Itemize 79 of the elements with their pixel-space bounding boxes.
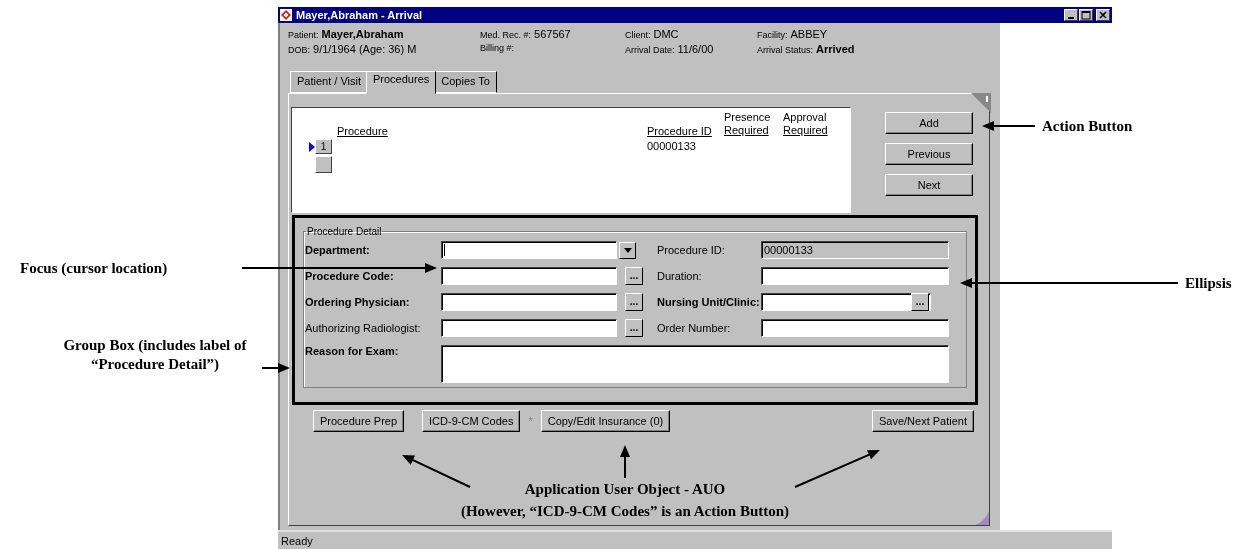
action-button[interactable]: Save/Next Patient: [871, 410, 974, 432]
column-header: Approval Required: [783, 111, 829, 137]
field-label: Patient:: [288, 30, 319, 40]
action-button[interactable]: Previous: [885, 143, 973, 165]
procedure-list[interactable]: Procedure Procedure ID Presence Required Approval Required 1 00000133: [291, 107, 851, 213]
page-curl-icon: [975, 511, 989, 525]
action-button[interactable]: Add: [885, 112, 973, 134]
arrow: [620, 445, 630, 479]
field-value: DMC: [653, 28, 679, 40]
annotation-text: Focus (cursor location): [20, 259, 169, 278]
close-icon: [1098, 10, 1108, 20]
asterisk: *: [528, 415, 533, 427]
field-label: Order Number:: [656, 322, 732, 334]
dropdown-button[interactable]: [619, 241, 636, 259]
tab[interactable]: Procedures: [366, 71, 437, 94]
field-label: Procedure Code:: [305, 270, 395, 282]
close-button[interactable]: [1096, 9, 1110, 21]
row-number[interactable]: 1: [315, 139, 332, 154]
annotation-text: Ellipsis: [1185, 274, 1232, 293]
row-header[interactable]: [315, 156, 332, 173]
annotation-text: Application User Object - AUO: [523, 480, 727, 499]
input-field[interactable]: [761, 319, 949, 337]
status-text: Ready: [281, 534, 313, 547]
action-button[interactable]: Copy/Edit Insurance (0): [540, 410, 671, 432]
input-field[interactable]: [761, 293, 931, 311]
field-label: Facility:: [757, 30, 788, 40]
arrow: [982, 121, 1036, 131]
ellipsis-button[interactable]: ...: [911, 293, 929, 311]
ellipsis-button[interactable]: ...: [625, 293, 643, 311]
field-label: Reason for Exam:: [305, 345, 400, 357]
arrow: [261, 363, 290, 373]
maximize-icon: [1081, 10, 1091, 20]
table-cell-text: 00000133: [647, 139, 697, 152]
ellipsis-button[interactable]: ...: [625, 319, 643, 337]
window-title: Mayer,Abraham - Arrival: [296, 9, 424, 21]
input-field[interactable]: [441, 319, 617, 337]
field-label: Arrival Status:: [757, 45, 814, 55]
tab[interactable]: Patient / Visit: [290, 71, 368, 93]
annotation-text: Group Box (includes label of “Procedure Detail”): [62, 336, 248, 374]
field-label: Arrival Date:: [625, 45, 675, 55]
annotation-text: (However, “ICD-9-CM Codes” is an Action Button): [459, 502, 791, 521]
field-label: Billing #:: [480, 43, 515, 53]
field-value: Arrived: [816, 43, 855, 55]
tab[interactable]: Copies To: [434, 71, 497, 93]
field-value: Mayer,Abraham: [321, 28, 404, 40]
minimize-icon: [1068, 16, 1074, 19]
field-value: 11/6/00: [677, 43, 714, 55]
input-field[interactable]: [761, 267, 949, 285]
field-label: Ordering Physician:: [305, 296, 411, 308]
field-label: Authorizing Radiologist:: [305, 322, 422, 334]
column-header: Procedure: [337, 125, 389, 137]
column-header: Procedure ID: [647, 125, 713, 137]
app-icon: [280, 9, 292, 21]
field-label: Client:: [625, 30, 651, 40]
field-label: Department:: [305, 244, 371, 256]
group-box-title: Procedure Detail: [306, 226, 383, 237]
maximize-button[interactable]: [1079, 9, 1093, 21]
field-label: Duration:: [656, 270, 703, 282]
caret-icon: [623, 247, 632, 253]
input-field[interactable]: [441, 267, 617, 285]
dropdown-field[interactable]: [441, 241, 617, 259]
input-field[interactable]: [441, 293, 617, 311]
input-field: 00000133: [761, 241, 949, 259]
action-button[interactable]: Procedure Prep: [313, 410, 405, 432]
field-label: Med. Rec. #:: [480, 30, 532, 40]
field-value: 567567: [534, 28, 571, 40]
annotation-text: Action Button: [1042, 117, 1133, 136]
action-button[interactable]: ICD-9-CM Codes: [422, 410, 521, 432]
field-label: Nursing Unit/Clinic:: [656, 296, 761, 308]
field-label: Procedure ID:: [656, 244, 726, 256]
field-value: 9/1/1964 (Age: 36) M: [313, 43, 417, 55]
action-button[interactable]: Next: [885, 174, 973, 196]
field-value: ABBEY: [790, 28, 828, 40]
text-area[interactable]: [441, 345, 949, 383]
field-label: DOB:: [288, 45, 310, 55]
ellipsis-button[interactable]: ...: [625, 267, 643, 285]
minimize-button[interactable]: [1064, 9, 1078, 21]
column-header: Presence Required: [724, 111, 772, 137]
arrow: [402, 455, 471, 488]
